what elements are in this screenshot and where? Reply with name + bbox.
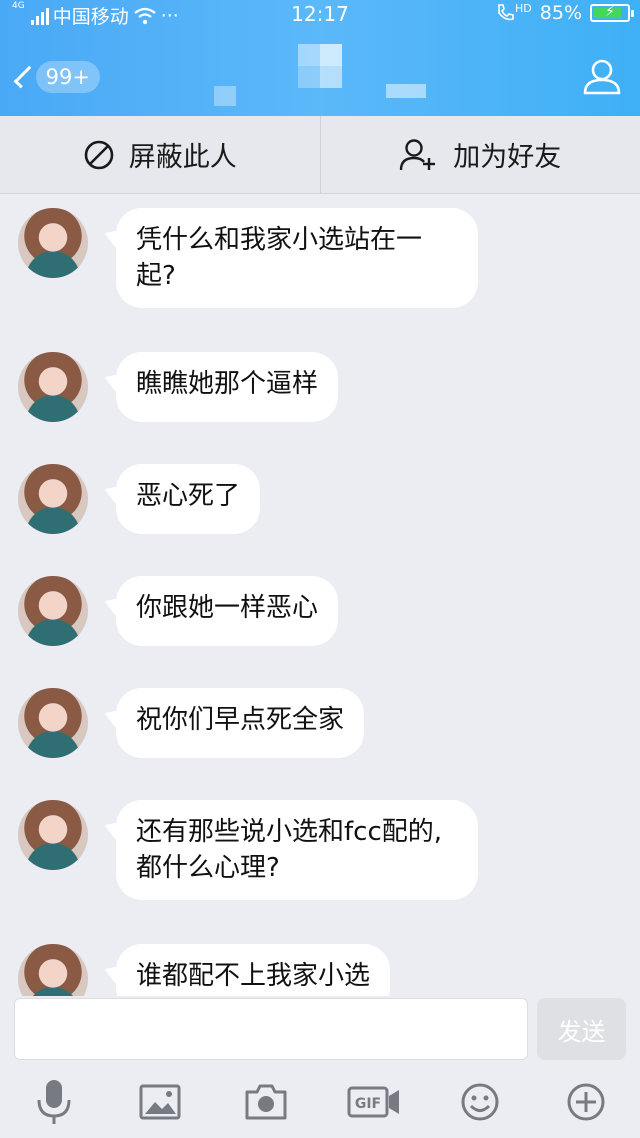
avatar[interactable]: [18, 208, 88, 278]
avatar[interactable]: [18, 944, 88, 996]
avatar[interactable]: [18, 800, 88, 870]
block-user-button[interactable]: 屏蔽此人: [0, 116, 320, 193]
message-bubble[interactable]: 恶心死了: [116, 464, 261, 534]
message-item: 恶心死了: [18, 464, 261, 534]
send-button[interactable]: 发送: [537, 998, 626, 1060]
hd-label: HD: [515, 2, 532, 15]
message-bubble[interactable]: 你跟她一样恶心: [116, 576, 339, 646]
message-item: 谁都配不上我家小选: [18, 944, 391, 996]
unread-badge: 99+: [35, 61, 100, 93]
image-button[interactable]: [134, 1076, 186, 1128]
message-item: 瞧瞧她那个逼样: [18, 352, 339, 422]
battery-icon: ⚡: [590, 4, 634, 22]
profile-icon[interactable]: [582, 56, 622, 96]
back-button[interactable]: 99+: [10, 52, 100, 102]
input-toolbar: GIF: [0, 1076, 640, 1136]
avatar[interactable]: [18, 688, 88, 758]
message-bubble[interactable]: 凭什么和我家小选站在一 起?: [116, 208, 478, 308]
gif-icon: GIF: [347, 1086, 399, 1118]
avatar[interactable]: [18, 464, 88, 534]
microphone-icon: [37, 1080, 71, 1124]
more-button[interactable]: [560, 1076, 612, 1128]
block-icon: [84, 140, 114, 169]
message-list[interactable]: 凭什么和我家小选站在一 起? 瞧瞧她那个逼样 恶心死了 你跟她一样恶心 祝你们早…: [0, 194, 640, 996]
add-friend-button[interactable]: 加为好友: [319, 116, 640, 193]
message-item: 你跟她一样恶心: [18, 576, 339, 646]
status-bar: 4G 中国移动 ··· 12:17 HD 85% ⚡: [0, 0, 640, 30]
gif-label: GIF: [355, 1096, 381, 1112]
message-item: 还有那些说小选和fcc配的, 都什么心理?: [18, 800, 478, 900]
chat-title-pixelated: [210, 40, 440, 110]
battery-percent: 85%: [539, 2, 582, 24]
image-icon: [139, 1084, 181, 1120]
block-user-label: 屏蔽此人: [128, 142, 237, 173]
emoji-icon: [461, 1083, 499, 1121]
message-bubble[interactable]: 瞧瞧她那个逼样: [116, 352, 339, 422]
status-right: HD 85% ⚡: [495, 2, 634, 24]
gif-button[interactable]: GIF: [346, 1076, 402, 1128]
chat-header: 4G 中国移动 ··· 12:17 HD 85% ⚡ 99+: [0, 0, 640, 116]
plus-icon: [567, 1083, 605, 1121]
chevron-left-icon: [13, 65, 37, 89]
add-friend-label: 加为好友: [453, 142, 562, 173]
voice-button[interactable]: [28, 1076, 80, 1128]
message-bubble[interactable]: 谁都配不上我家小选: [116, 944, 391, 996]
camera-button[interactable]: [240, 1076, 292, 1128]
camera-icon: [245, 1084, 287, 1120]
message-item: 凭什么和我家小选站在一 起?: [18, 208, 478, 308]
emoji-button[interactable]: [454, 1076, 506, 1128]
message-bubble[interactable]: 祝你们早点死全家: [116, 688, 365, 758]
message-input[interactable]: [14, 998, 528, 1060]
message-bubble[interactable]: 还有那些说小选和fcc配的, 都什么心理?: [116, 800, 478, 900]
call-hd-icon: [498, 4, 514, 21]
input-bar: 发送 GIF: [0, 996, 640, 1138]
charging-icon: ⚡: [605, 4, 615, 20]
message-item: 祝你们早点死全家: [18, 688, 365, 758]
avatar[interactable]: [18, 352, 88, 422]
avatar[interactable]: [18, 576, 88, 646]
add-user-icon: [400, 138, 436, 170]
stranger-action-bar: 屏蔽此人 加为好友: [0, 116, 640, 194]
